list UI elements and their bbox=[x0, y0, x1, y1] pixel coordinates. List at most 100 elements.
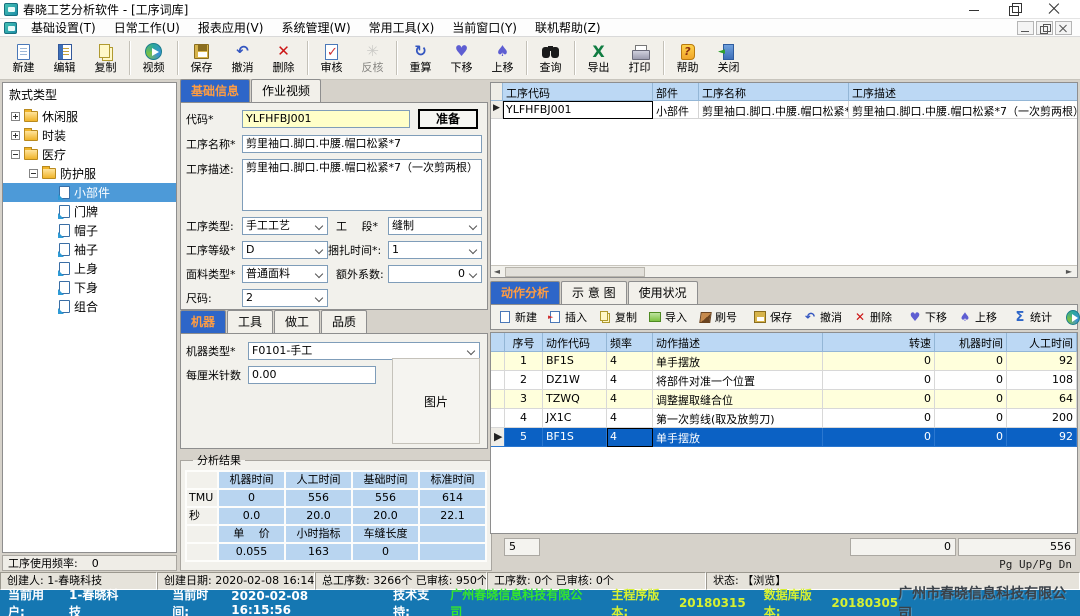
process-type-select[interactable]: 手工工艺 bbox=[242, 217, 328, 235]
tab-quality[interactable]: 品质 bbox=[321, 310, 367, 333]
action-button-move-down[interactable]: 下移 bbox=[903, 306, 952, 328]
toolbar-button-new[interactable]: 新建 bbox=[3, 38, 44, 78]
restore-icon[interactable] bbox=[1008, 2, 1022, 16]
tree-item-combination[interactable]: 组合 bbox=[3, 297, 176, 316]
expand-icon[interactable] bbox=[11, 112, 20, 121]
col-process-desc[interactable]: 工序描述 bbox=[849, 83, 1078, 101]
tree-item-lower-body[interactable]: 下身 bbox=[3, 278, 176, 297]
child-restore-icon[interactable] bbox=[1036, 21, 1053, 35]
col-part[interactable]: 部件 bbox=[653, 83, 699, 101]
tree-item-protective-clothing[interactable]: 防护服 bbox=[3, 164, 176, 183]
action-button-play-video[interactable] bbox=[1061, 306, 1080, 328]
toolbar-button-recalculate[interactable]: 重算 bbox=[400, 38, 441, 78]
toolbar-button-print[interactable]: 打印 bbox=[619, 38, 660, 78]
menu-item-online-help[interactable]: 联机帮助(Z) bbox=[526, 19, 610, 36]
child-close-icon[interactable] bbox=[1055, 21, 1072, 35]
size-select[interactable]: 2 bbox=[242, 289, 328, 307]
col-process-code[interactable]: 工序代码 bbox=[503, 83, 653, 101]
tab-action-analysis[interactable]: 动作分析 bbox=[490, 281, 560, 304]
code-input[interactable]: YLFHFBJ001 bbox=[242, 110, 410, 128]
scrollbar-thumb[interactable] bbox=[505, 267, 645, 277]
toolbar-button-edit[interactable]: 编辑 bbox=[44, 38, 85, 78]
menu-item-daily-work[interactable]: 日常工作(U) bbox=[105, 19, 189, 36]
expand-icon[interactable] bbox=[11, 131, 20, 140]
toolbar-button-delete[interactable]: 删除 bbox=[263, 38, 304, 78]
ready-button[interactable]: 准备 bbox=[418, 109, 478, 129]
horizontal-scrollbar[interactable]: ◄ ► bbox=[491, 265, 1077, 277]
minimize-icon[interactable] bbox=[968, 2, 982, 16]
toolbar-button-copy[interactable]: 复制 bbox=[85, 38, 126, 78]
action-button-statistics[interactable]: 统计 bbox=[1008, 306, 1057, 328]
col-action-desc[interactable]: 动作描述 bbox=[653, 333, 823, 352]
stitch-count-input[interactable]: 0.00 bbox=[248, 366, 376, 384]
tab-work-video[interactable]: 作业视频 bbox=[251, 79, 321, 102]
tree-item-small-parts[interactable]: 小部件 bbox=[3, 183, 176, 202]
cell-process-code[interactable]: YLFHFBJ001 bbox=[503, 101, 653, 119]
menu-item-basic-settings[interactable]: 基础设置(T) bbox=[22, 19, 105, 36]
toolbar-button-audit[interactable]: 审核 bbox=[311, 38, 352, 78]
tree-item-hat[interactable]: 帽子 bbox=[3, 221, 176, 240]
action-button-import[interactable]: 导入 bbox=[643, 306, 692, 328]
tree-item-door-tag[interactable]: 门牌 bbox=[3, 202, 176, 221]
col-frequency[interactable]: 频率 bbox=[607, 333, 653, 352]
toolbar-button-move-down[interactable]: 下移 bbox=[441, 38, 482, 78]
tmu-base: 556 bbox=[353, 490, 418, 506]
action-button-copy[interactable]: 复制 bbox=[593, 306, 642, 328]
toolbar-button-video[interactable]: 视频 bbox=[133, 38, 174, 78]
fabric-type-select[interactable]: 普通面料 bbox=[242, 265, 328, 283]
copy-icon bbox=[99, 44, 110, 58]
scroll-right-icon[interactable]: ► bbox=[1063, 267, 1075, 277]
tree-item-fashion[interactable]: 时装 bbox=[3, 126, 176, 145]
col-labor-time[interactable]: 人工时间 bbox=[1007, 333, 1077, 352]
tab-tool[interactable]: 工具 bbox=[227, 310, 273, 333]
toolbar-button-undo[interactable]: 撤消 bbox=[222, 38, 263, 78]
col-process-name[interactable]: 工序名称 bbox=[699, 83, 849, 101]
tree-item-casual-wear[interactable]: 休闲服 bbox=[3, 107, 176, 126]
action-button-move-up[interactable]: 上移 bbox=[953, 306, 1002, 328]
toolbar-button-query[interactable]: 查询 bbox=[530, 38, 571, 78]
process-name-input[interactable]: 剪里袖口.脚口.中腰.帽口松紧*7 bbox=[242, 135, 482, 153]
sec-machine: 0.0 bbox=[219, 508, 284, 524]
cell-part[interactable]: 小部件 bbox=[653, 101, 699, 119]
toolbar-button-export[interactable]: 导出 bbox=[578, 38, 619, 78]
action-button-save[interactable]: 保存 bbox=[748, 306, 797, 328]
extra-factor-select[interactable]: 0 bbox=[388, 265, 482, 283]
process-desc-input[interactable]: 剪里袖口.脚口.中腰.帽口松紧*7（一次剪两根） bbox=[242, 159, 482, 211]
toolbar-button-move-up[interactable]: 上移 bbox=[482, 38, 523, 78]
tree-item-sleeve[interactable]: 袖子 bbox=[3, 240, 176, 259]
tab-workmanship[interactable]: 做工 bbox=[274, 310, 320, 333]
action-button-insert[interactable]: 插入 bbox=[543, 306, 592, 328]
close-icon[interactable] bbox=[1048, 2, 1062, 16]
collapse-icon[interactable] bbox=[11, 150, 20, 159]
toolbar-button-close[interactable]: 关闭 bbox=[708, 38, 749, 78]
tab-usage-status[interactable]: 使用状况 bbox=[628, 281, 698, 304]
child-minimize-icon[interactable] bbox=[1017, 21, 1034, 35]
action-button-undo[interactable]: 撤消 bbox=[798, 306, 847, 328]
menu-item-current-window[interactable]: 当前窗口(Y) bbox=[443, 19, 526, 36]
process-grade-select[interactable]: D bbox=[242, 241, 328, 259]
tab-machine[interactable]: 机器 bbox=[180, 310, 226, 333]
cell-process-name[interactable]: 剪里袖口.脚口.中腰.帽口松紧*7 bbox=[699, 101, 849, 119]
menu-item-common-tools[interactable]: 常用工具(X) bbox=[360, 19, 444, 36]
program-version-label: 主程序版本: bbox=[611, 586, 674, 616]
col-machine-time[interactable]: 机器时间 bbox=[935, 333, 1007, 352]
col-action-code[interactable]: 动作代码 bbox=[543, 333, 607, 352]
collapse-icon[interactable] bbox=[29, 169, 38, 178]
action-button-renumber[interactable]: 刷号 bbox=[693, 306, 742, 328]
tab-basic-info[interactable]: 基础信息 bbox=[180, 79, 250, 102]
toolbar-button-save[interactable]: 保存 bbox=[181, 38, 222, 78]
action-button-delete[interactable]: 删除 bbox=[848, 306, 897, 328]
menu-item-reports[interactable]: 报表应用(V) bbox=[189, 19, 273, 36]
action-button-new[interactable]: 新建 bbox=[493, 306, 542, 328]
cell-process-desc[interactable]: 剪里袖口.脚口.中腰.帽口松紧*7（一次剪两根） bbox=[849, 101, 1078, 119]
bundle-time-select[interactable]: 1 bbox=[388, 241, 482, 259]
tree-item-upper-body[interactable]: 上身 bbox=[3, 259, 176, 278]
tab-schematic[interactable]: 示 意 图 bbox=[561, 281, 627, 304]
col-speed[interactable]: 转速 bbox=[823, 333, 935, 352]
scroll-left-icon[interactable]: ◄ bbox=[491, 267, 503, 277]
col-seq[interactable]: 序号 bbox=[505, 333, 543, 352]
toolbar-button-help[interactable]: 帮助 bbox=[667, 38, 708, 78]
menu-item-system-admin[interactable]: 系统管理(W) bbox=[272, 19, 359, 36]
tree-item-medical[interactable]: 医疗 bbox=[3, 145, 176, 164]
stage-select[interactable]: 缝制 bbox=[388, 217, 482, 235]
